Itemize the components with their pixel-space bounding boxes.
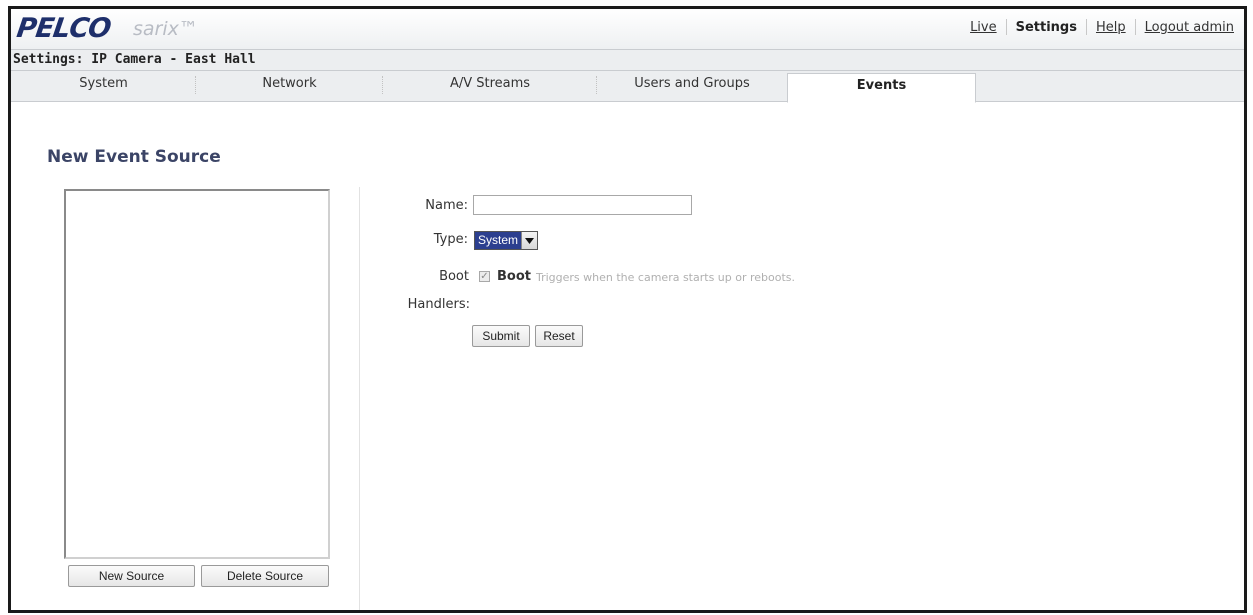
type-select[interactable]: System [474, 231, 539, 250]
nav-divider [1134, 19, 1136, 35]
tab-bar: System Network A/V Streams Users and Gro… [11, 71, 1244, 103]
event-source-list[interactable] [64, 189, 330, 559]
top-nav: Live Settings Help Logout admin [970, 19, 1234, 35]
tab-label: System [79, 76, 128, 91]
type-selected-value: System [475, 232, 522, 249]
boot-label: Boot [439, 269, 469, 284]
breadcrumb: Settings: IP Camera - East Hall [11, 50, 1244, 71]
boot-checkbox[interactable]: ✓ [479, 271, 490, 282]
name-label: Name: [425, 198, 468, 213]
app-window: PELCO sarix™ Live Settings Help Logout a… [8, 6, 1247, 613]
delete-source-button[interactable]: Delete Source [201, 565, 329, 587]
tab-label: Events [856, 78, 907, 93]
tab-av-streams[interactable]: A/V Streams [383, 71, 597, 100]
type-label: Type: [433, 232, 468, 247]
column-divider [359, 187, 360, 610]
nav-divider [1085, 19, 1087, 35]
tab-network[interactable]: Network [196, 71, 383, 100]
logout-link[interactable]: Logout admin [1145, 20, 1234, 35]
tab-system[interactable]: System [11, 71, 196, 100]
handlers-label: Handlers: [407, 297, 470, 312]
chevron-down-icon [521, 232, 538, 249]
boot-description: Triggers when the camera starts up or re… [536, 271, 796, 284]
tab-users-and-groups[interactable]: Users and Groups [597, 71, 787, 100]
tab-events[interactable]: Events [787, 73, 976, 103]
nav-divider [1005, 19, 1007, 35]
header: PELCO sarix™ Live Settings Help Logout a… [11, 9, 1244, 50]
boot-checkbox-label: Boot [497, 269, 531, 284]
name-input[interactable] [473, 195, 692, 215]
live-link[interactable]: Live [970, 20, 997, 35]
help-link[interactable]: Help [1096, 20, 1126, 35]
page-title: New Event Source [47, 147, 221, 167]
new-source-button[interactable]: New Source [68, 565, 195, 587]
settings-link[interactable]: Settings [1016, 20, 1077, 35]
tab-label: Network [262, 76, 317, 91]
tab-label: A/V Streams [449, 76, 531, 91]
sarix-logo: sarix™ [133, 18, 198, 40]
submit-button[interactable]: Submit [472, 325, 530, 347]
tab-label: Users and Groups [634, 76, 750, 91]
pelco-logo: PELCO [14, 13, 113, 44]
reset-button[interactable]: Reset [535, 325, 583, 347]
